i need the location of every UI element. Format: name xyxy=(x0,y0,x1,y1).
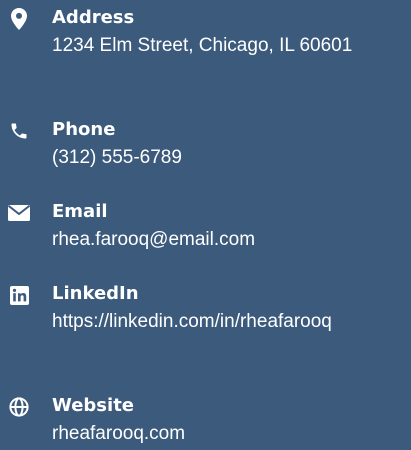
linkedin-icon xyxy=(8,284,30,306)
envelope-icon xyxy=(8,202,30,224)
address-value: 1234 Elm Street, Chicago, IL 60601 xyxy=(52,35,353,56)
phone-value: (312) 555-6789 xyxy=(52,147,182,168)
phone-label: Phone xyxy=(52,119,116,140)
website-value[interactable]: rheafarooq.com xyxy=(52,419,402,448)
email-label: Email xyxy=(52,201,108,222)
map-marker-icon xyxy=(8,8,30,30)
linkedin-value[interactable]: https://linkedin.com/in/rheafarooq xyxy=(52,307,402,336)
address-label: Address xyxy=(52,7,135,28)
globe-icon xyxy=(8,396,30,418)
linkedin-label: LinkedIn xyxy=(52,283,139,304)
phone-icon xyxy=(8,120,30,142)
email-value: rhea.farooq@email.com xyxy=(52,229,256,250)
website-label: Website xyxy=(52,395,135,416)
